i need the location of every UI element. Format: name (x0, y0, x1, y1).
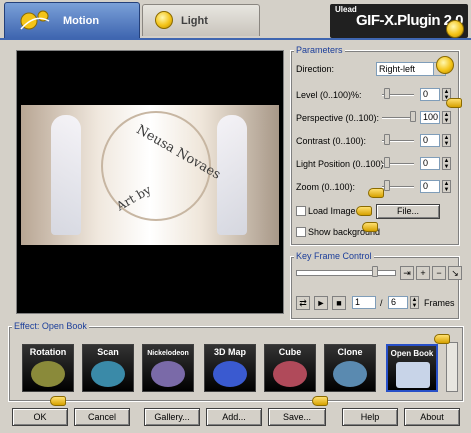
effect-title: Effect: Open Book (12, 321, 89, 331)
direction-value: Right-left (379, 64, 416, 74)
keyframe-slider-thumb[interactable] (372, 266, 378, 277)
level-input[interactable]: 0 (420, 88, 440, 101)
total-frames-input[interactable]: 6 (388, 296, 408, 309)
effect-thumb-cube[interactable]: Cube (264, 344, 316, 392)
load-image-label[interactable]: Load Image (308, 206, 356, 216)
tab-motion-label: Motion (63, 14, 100, 27)
effect-label: Rotation (29, 347, 67, 357)
show-background-checkbox[interactable] (296, 227, 306, 237)
tab-underline (0, 38, 471, 40)
frames-label: Frames (424, 298, 455, 308)
pointing-hand-icon (368, 188, 384, 198)
cancel-button[interactable]: Cancel (74, 408, 130, 426)
tab-light-label: Light (181, 14, 208, 27)
light-position-label: Light Position (0..100): (296, 159, 387, 169)
direction-label: Direction: (296, 64, 335, 74)
pointing-hand-icon (50, 396, 66, 406)
light-position-input[interactable]: 0 (420, 157, 440, 170)
pointing-hand-icon (312, 396, 328, 406)
stop-icon[interactable]: ■ (332, 296, 346, 310)
preview-panel: Neusa Novaes Art by (16, 50, 284, 314)
perspective-spinner[interactable]: ▲ ▼ (442, 111, 451, 124)
keyframe-track[interactable] (296, 270, 396, 276)
light-position-slider-thumb[interactable] (384, 157, 390, 168)
brand-small-text: Ulead (335, 5, 357, 14)
light-bulb-icon (436, 56, 454, 74)
light-bulb-icon (446, 20, 464, 38)
next-keyframe-icon[interactable]: ⇥ (400, 266, 414, 280)
preview-image: Neusa Novaes Art by (21, 105, 279, 245)
keyframe-title: Key Frame Control (294, 251, 374, 261)
save-button[interactable]: Save... (268, 408, 326, 426)
about-button[interactable]: About (404, 408, 460, 426)
total-frames-spinner[interactable]: ▲ ▼ (410, 296, 419, 309)
remove-keyframe-icon[interactable]: − (432, 266, 446, 280)
tab-motion[interactable]: Motion (4, 2, 140, 38)
effect-thumb-open-book[interactable]: Open Book (386, 344, 438, 392)
frame-separator: / (380, 298, 383, 308)
contrast-slider-thumb[interactable] (384, 134, 390, 145)
zoom-input[interactable]: 0 (420, 180, 440, 193)
zoom-spinner[interactable]: ▲ ▼ (442, 180, 451, 193)
effect-label: Scan (97, 347, 119, 357)
tab-light[interactable]: Light (142, 4, 260, 36)
gallery-button[interactable]: Gallery... (144, 408, 200, 426)
effect-thumb-rotation[interactable]: Rotation (22, 344, 74, 392)
pointing-hand-icon (356, 206, 372, 216)
light-bulb-icon (155, 11, 173, 29)
ok-button[interactable]: OK (12, 408, 68, 426)
load-image-checkbox[interactable] (296, 206, 306, 216)
reset-keyframe-icon[interactable]: ↘ (448, 266, 462, 280)
perspective-label: Perspective (0..100): (296, 113, 380, 123)
perspective-input[interactable]: 100 (420, 111, 440, 124)
level-label: Level (0..100)%: (296, 90, 362, 100)
play-icon[interactable]: ► (314, 296, 328, 310)
contrast-label: Contrast (0..100): (296, 136, 367, 146)
help-button[interactable]: Help (342, 408, 398, 426)
pointing-hand-icon (434, 334, 450, 344)
effect-label: Cube (278, 347, 302, 357)
loop-icon[interactable]: ⇄ (296, 296, 310, 310)
parameters-title: Parameters (294, 45, 345, 55)
effect-label: Open Book (390, 349, 434, 358)
effect-thumb-3d-map[interactable]: 3D Map (204, 344, 256, 392)
effect-thumb-nickelodeon[interactable]: Nickelodeon (142, 344, 194, 392)
effect-thumb-clone[interactable]: Clone (324, 344, 376, 392)
motion-icon (19, 9, 51, 31)
level-slider-thumb[interactable] (384, 88, 390, 99)
file-button[interactable]: File... (376, 204, 440, 219)
contrast-input[interactable]: 0 (420, 134, 440, 147)
add-keyframe-icon[interactable]: + (416, 266, 430, 280)
effect-thumb-scan[interactable]: Scan (82, 344, 134, 392)
pointing-hand-icon (446, 98, 462, 108)
effect-label: Clone (337, 347, 363, 357)
add-button[interactable]: Add... (206, 408, 262, 426)
zoom-label: Zoom (0..100): (296, 182, 356, 192)
effect-label: Nickelodeon (147, 350, 189, 357)
current-frame-input[interactable]: 1 (352, 296, 376, 309)
pointing-hand-icon (362, 222, 378, 232)
effect-label: 3D Map (213, 347, 246, 357)
zoom-slider-thumb[interactable] (384, 180, 390, 191)
effect-scrollbar[interactable] (446, 342, 458, 392)
perspective-slider-thumb[interactable] (410, 111, 416, 122)
contrast-spinner[interactable]: ▲ ▼ (442, 134, 451, 147)
light-position-spinner[interactable]: ▲ ▼ (442, 157, 451, 170)
